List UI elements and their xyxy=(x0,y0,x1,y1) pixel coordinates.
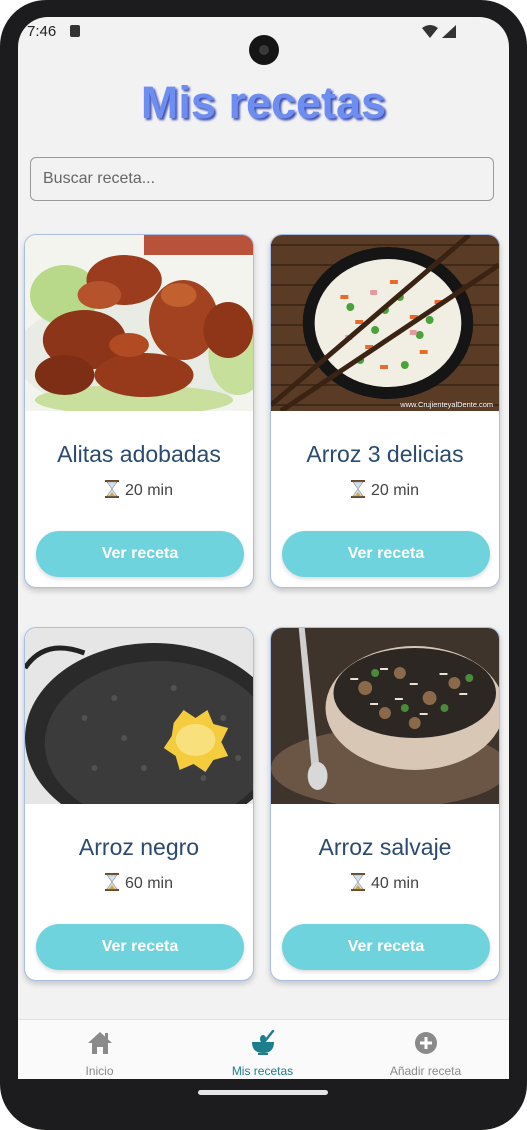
nav-label-mis-recetas: Mis recetas xyxy=(231,1064,294,1078)
recipe-name: Arroz negro xyxy=(78,834,200,860)
recipe-image-chicken-wings xyxy=(25,235,253,411)
search-input[interactable] xyxy=(30,157,494,201)
recipe-name: Alitas adobadas xyxy=(57,441,221,467)
recipe-time-value: 20 min xyxy=(124,482,174,499)
app-screen: 7:46 Mis recetas Buscar receta... Alitas… xyxy=(18,17,509,1079)
view-recipe-button[interactable]: Ver receta xyxy=(36,924,244,970)
front-camera xyxy=(249,35,279,65)
recipe-card: Arroz salvaje 40 min Ver receta xyxy=(270,627,500,981)
recipe-time: 20 min xyxy=(25,480,253,500)
bowl-icon xyxy=(252,1030,275,1055)
nav-item-anadir-receta[interactable]: Añadir receta xyxy=(344,1020,507,1079)
recipe-card: Arroz negro 60 min Ver receta xyxy=(24,627,254,981)
recipe-name: Arroz salvaje xyxy=(318,834,452,860)
home-indicator[interactable] xyxy=(198,1090,328,1095)
view-recipe-button[interactable]: Ver receta xyxy=(282,924,490,970)
view-recipe-button[interactable]: Ver receta xyxy=(36,531,244,577)
phone-frame: 7:46 Mis recetas Buscar receta... Alitas… xyxy=(0,0,527,1130)
sd-card-icon xyxy=(70,25,80,37)
recipe-time-value: 60 min xyxy=(124,875,174,892)
nav-item-mis-recetas[interactable]: Mis recetas xyxy=(181,1020,344,1079)
view-recipe-button[interactable]: Ver receta xyxy=(282,531,490,577)
plus-circle-icon xyxy=(415,1032,437,1054)
recipe-image-wild-rice xyxy=(271,628,499,804)
recipe-time: 60 min xyxy=(25,873,253,893)
nav-label-inicio: Inicio xyxy=(85,1064,114,1078)
hourglass-icon xyxy=(104,873,119,891)
recipe-time: 40 min xyxy=(271,873,499,893)
recipe-image-black-rice xyxy=(25,628,253,804)
home-icon xyxy=(88,1032,112,1054)
status-time: 7:46 xyxy=(27,23,57,40)
nav-label-anadir-receta: Añadir receta xyxy=(389,1064,462,1078)
recipe-time-value: 40 min xyxy=(370,875,420,892)
page-title: Mis recetas xyxy=(140,77,387,128)
wifi-icon xyxy=(422,25,438,38)
recipe-card: www.CrujienteyalDente.com Arroz 3 delici… xyxy=(270,234,500,588)
hourglass-icon xyxy=(350,873,365,891)
hourglass-icon xyxy=(350,480,365,498)
bottom-navigation: Inicio Mis recetas Añadir receta xyxy=(18,1019,509,1079)
recipe-image-fried-rice: www.CrujienteyalDente.com xyxy=(271,235,499,411)
hourglass-icon xyxy=(104,480,119,498)
nav-item-inicio[interactable]: Inicio xyxy=(18,1020,181,1079)
recipe-name: Arroz 3 delicias xyxy=(306,441,464,467)
recipe-card: Alitas adobadas 20 min Ver receta xyxy=(24,234,254,588)
recipe-time: 20 min xyxy=(271,480,499,500)
recipe-time-value: 20 min xyxy=(370,482,420,499)
image-watermark: www.CrujienteyalDente.com xyxy=(399,400,493,409)
signal-icon xyxy=(442,25,456,38)
